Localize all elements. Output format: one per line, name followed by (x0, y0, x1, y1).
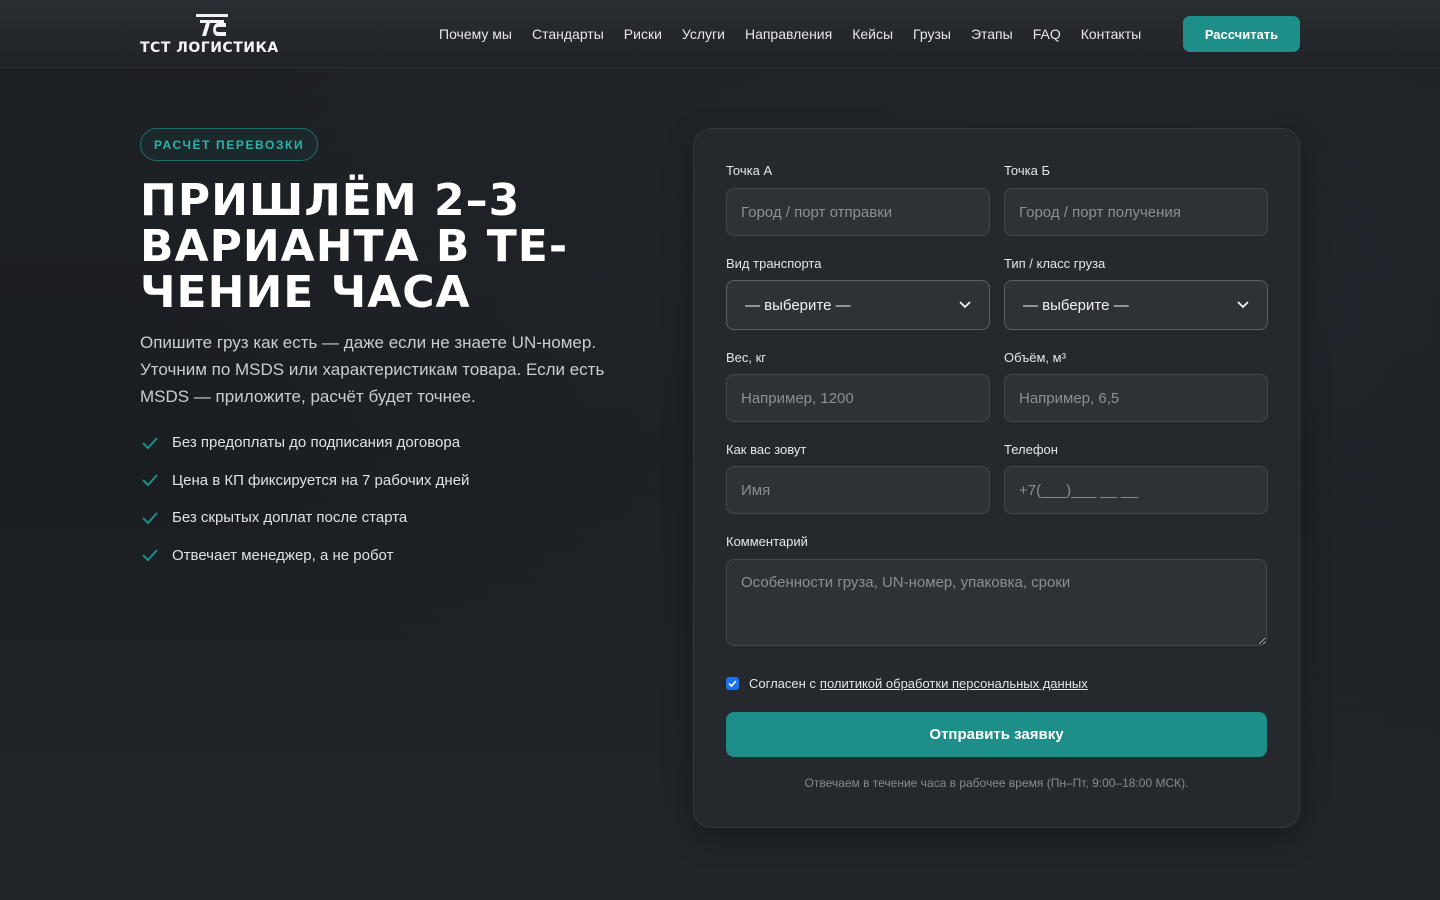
point-a-input[interactable] (726, 188, 990, 236)
calculation-form: Точка А Точка Б Вид транспорта — выберит… (693, 128, 1300, 828)
chevron-down-icon (1237, 301, 1249, 309)
logo-text: ТСТ ЛОГИСТИКА (140, 40, 279, 56)
logo[interactable]: ТСТ ЛОГИСТИКА (140, 14, 290, 58)
cargo-class-select[interactable]: — выберите — (1004, 280, 1268, 330)
transport-select-value: — выберите — (745, 296, 851, 314)
cargo-class-select-value: — выберите — (1023, 296, 1129, 314)
benefit-text: Без предоплаты до подписания договора (172, 434, 461, 451)
benefit-item: Отвечает менеджер, а не робот (140, 543, 469, 568)
comment-textarea[interactable] (726, 559, 1267, 646)
point-a-label: Точка А (726, 163, 773, 178)
nav-item-services[interactable]: Услуги (672, 26, 735, 42)
hero-lead: Опишите груз как есть — даже если не зна… (140, 333, 605, 406)
consent-checkbox[interactable] (726, 677, 739, 690)
nav-item-cases[interactable]: Кейсы (842, 26, 903, 42)
nav-item-risks[interactable]: Риски (614, 26, 672, 42)
benefits-list: Без предоплаты до подписания договора Це… (140, 430, 469, 580)
nav-item-standards[interactable]: Стандарты (522, 26, 614, 42)
benefit-text: Цена в КП фиксируется на 7 рабочих дней (172, 471, 470, 489)
transport-label: Вид транспорта (726, 256, 822, 271)
weight-label: Вес, кг (726, 350, 767, 365)
volume-input[interactable] (1004, 374, 1268, 422)
phone-input[interactable] (1004, 466, 1268, 514)
hero-section: РАСЧЁТ ПЕРЕВОЗКИ ПРИШЛЁМ 2–3 ВАРИАНТА В … (0, 0, 1440, 900)
calculate-button[interactable]: Рассчитать (1183, 16, 1300, 52)
nav-item-contacts[interactable]: Контакты (1071, 26, 1151, 42)
transport-select[interactable]: — выберите — (726, 280, 990, 330)
submit-button[interactable]: Отправить заявку (726, 712, 1267, 757)
privacy-policy-link[interactable]: политикой обработки персональных данных (820, 676, 1088, 691)
logo-mark-icon (196, 14, 228, 36)
benefit-item: Без скрытых доплат после старта (140, 505, 469, 530)
check-icon (142, 511, 158, 524)
nav-item-faq[interactable]: FAQ (1023, 26, 1071, 42)
consent-text: Согласен с (749, 676, 816, 691)
nav-item-cargo[interactable]: Грузы (903, 26, 961, 42)
check-icon (142, 549, 158, 562)
main-nav: Почему мы Стандарты Риски Услуги Направл… (429, 0, 1151, 68)
point-b-input[interactable] (1004, 188, 1268, 236)
name-input[interactable] (726, 466, 990, 514)
check-icon (142, 436, 158, 449)
name-label: Как вас зовут (726, 442, 807, 457)
nav-item-stages[interactable]: Этапы (961, 26, 1023, 42)
benefit-item: Цена в КП фиксируется на 7 рабочих дней (140, 468, 469, 493)
benefit-text: Отвечает менеджер, а не робот (172, 546, 394, 564)
cargo-class-label: Тип / класс груза (1004, 256, 1106, 271)
weight-input[interactable] (726, 374, 990, 422)
nav-item-directions[interactable]: Направления (735, 26, 842, 42)
response-time-note: Отвечаем в течение часа в рабочее время … (804, 776, 1189, 790)
checkmark-icon (728, 680, 737, 687)
comment-label: Комментарий (726, 534, 808, 549)
nav-item-why-us[interactable]: Почему мы (429, 26, 522, 42)
consent-row: Согласен с политикой обработки персональ… (726, 676, 1088, 691)
benefit-text: Без скрытых доплат после старта (172, 509, 408, 526)
site-header: ТСТ ЛОГИСТИКА Почему мы Стандарты Риски … (0, 0, 1440, 68)
chevron-down-icon (959, 301, 971, 309)
volume-label: Объём, м³ (1004, 350, 1066, 365)
section-badge: РАСЧЁТ ПЕРЕВОЗКИ (140, 128, 319, 161)
point-b-label: Точка Б (1004, 163, 1050, 178)
benefit-item: Без предоплаты до подписания договора (140, 430, 469, 455)
phone-label: Телефон (1004, 442, 1058, 457)
page-title: ПРИШЛЁМ 2–3 ВАРИАНТА В ТЕ-ЧЕНИЕ ЧАСА (140, 175, 569, 318)
check-icon (142, 474, 158, 487)
